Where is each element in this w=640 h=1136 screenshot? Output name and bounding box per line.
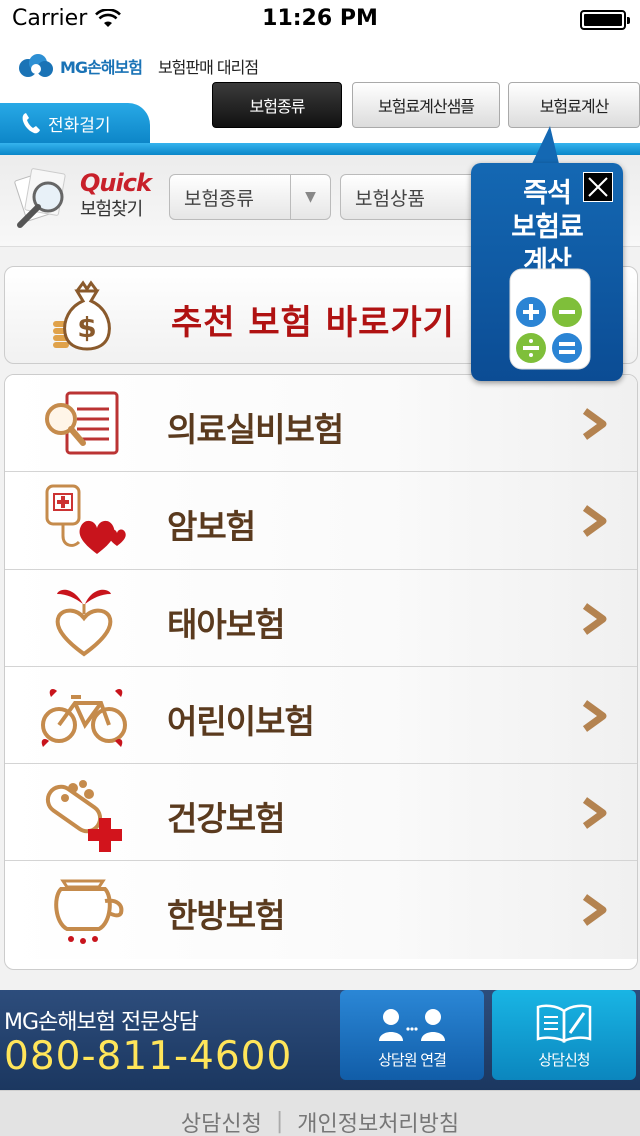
cloud-logo-icon	[19, 54, 53, 77]
consult-bar: MG손해보험 전문상담 080-811-4600 상담원 연결 상담신청	[0, 990, 640, 1090]
call-tab-label: 전화걸기	[48, 115, 111, 136]
consult-apply-button[interactable]: 상담신청	[492, 990, 636, 1080]
chevron-right-icon	[582, 408, 607, 440]
list-item-label: 암보험	[167, 507, 256, 547]
list-item-child[interactable]: 어린이보험	[5, 666, 637, 765]
insurance-type-button[interactable]: 보험종류	[212, 82, 342, 128]
list-item-cancer[interactable]: 암보험	[5, 472, 637, 570]
consult-title: MG손해보험 전문상담	[4, 1010, 199, 1035]
calculator-icon	[509, 268, 591, 370]
list-item-label: 건강보험	[167, 799, 285, 839]
list-item-health[interactable]: 건강보험	[5, 764, 637, 862]
medical-document-icon	[45, 391, 119, 455]
svg-text:$: $	[77, 311, 96, 344]
close-popup-button[interactable]	[583, 172, 613, 202]
list-item-medical[interactable]: 의료실비보험	[5, 375, 637, 473]
brand-subtitle: 보험판매 대리점	[157, 58, 259, 77]
list-item-label: 의료실비보험	[167, 410, 344, 449]
chevron-right-icon	[582, 505, 607, 538]
insurance-type-select[interactable]: 보험종류 ▼	[169, 174, 331, 220]
footer-consult-link[interactable]: 상담신청	[181, 1106, 262, 1136]
calc-line-2: 보험료	[511, 212, 584, 243]
battery-icon	[580, 10, 630, 30]
book-pen-icon	[536, 1004, 592, 1043]
list-item-fetus[interactable]: 태아보험	[5, 569, 637, 667]
pill-cross-icon	[45, 780, 122, 853]
quick-title: Quick	[80, 169, 152, 197]
call-tab[interactable]: 전화걸기	[0, 103, 150, 143]
quick-subtitle: 보험찾기	[80, 199, 143, 220]
chevron-down-icon: ▼	[290, 175, 330, 219]
agent-connect-button[interactable]: 상담원 연결	[340, 990, 484, 1080]
list-item-label: 어린이보험	[167, 701, 315, 741]
status-bar: Carrier 11:26 PM	[0, 0, 640, 40]
insurance-type-select-value: 보험종류	[184, 187, 254, 210]
premium-calc-button[interactable]: 보험료계산	[508, 82, 640, 128]
insurance-product-select[interactable]: 보험상품	[340, 174, 490, 220]
footer-privacy-link[interactable]: 개인정보처리방침	[297, 1106, 459, 1136]
list-item-label: 태아보험	[167, 604, 285, 644]
status-time: 11:26 PM	[262, 6, 378, 31]
chevron-right-icon	[582, 602, 607, 635]
footer: 상담신청 | 개인정보처리방침	[0, 1090, 640, 1136]
brand-logo[interactable]: MG손해보험 보험판매 대리점	[16, 53, 259, 79]
chevron-right-icon	[582, 894, 607, 927]
money-bag-icon: $	[53, 280, 111, 351]
iv-heart-icon	[45, 484, 126, 555]
agent-connect-label: 상담원 연결	[378, 1051, 447, 1069]
quick-label: Quick 보험찾기	[80, 169, 152, 221]
recommend-label: 추천 보험 바로가기	[171, 303, 455, 343]
footer-separator: |	[275, 1109, 284, 1134]
sprout-heart-icon	[55, 589, 113, 657]
insurance-list: 의료실비보험 암보험 태아보험 어린이보험 건강보험 한방보험	[4, 374, 638, 970]
consult-phone[interactable]: 080-811-4600	[4, 1034, 292, 1079]
popup-pointer	[530, 126, 560, 168]
magnifier-icon	[14, 168, 66, 228]
insurance-product-select-value: 보험상품	[355, 187, 425, 210]
chevron-right-icon	[582, 797, 607, 830]
list-item-oriental[interactable]: 한방보험	[5, 861, 637, 959]
bicycle-icon	[41, 688, 127, 747]
close-icon	[588, 177, 608, 197]
brand-name: MG손해보험	[60, 58, 143, 77]
herbal-pot-icon	[54, 879, 124, 945]
agents-icon	[379, 1009, 445, 1041]
list-item-label: 한방보험	[167, 896, 285, 936]
calc-sample-button[interactable]: 보험료계산샘플	[352, 82, 500, 128]
consult-apply-label: 상담신청	[538, 1051, 590, 1069]
phone-icon	[22, 113, 40, 134]
chevron-right-icon	[582, 700, 607, 732]
